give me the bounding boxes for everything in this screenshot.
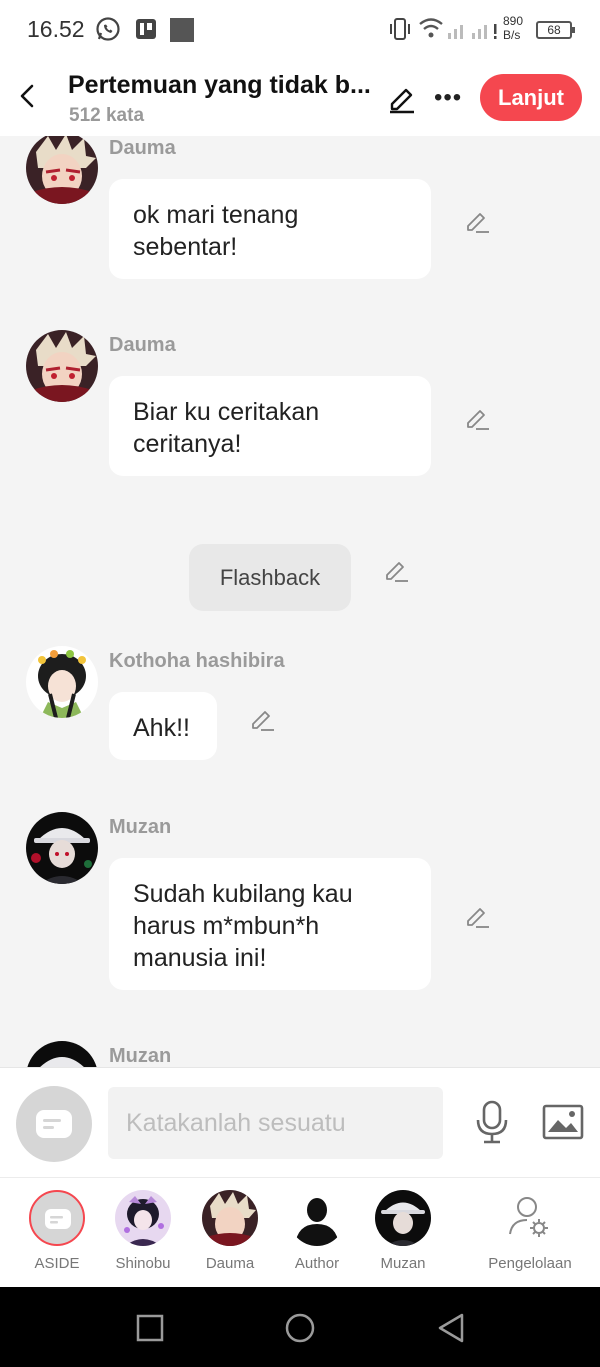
status-bar: 16.52 890 B/s 68 bbox=[0, 0, 600, 62]
signal-wifi-icon bbox=[419, 18, 497, 39]
speaker-name: Kothoha hashibira bbox=[109, 650, 285, 672]
message-bubble[interactable]: Ahk!! bbox=[109, 692, 217, 760]
composer-bar bbox=[0, 1067, 600, 1177]
more-options-icon[interactable]: ••• bbox=[434, 84, 462, 112]
character-label: Author bbox=[294, 1255, 340, 1272]
character-label: Shinobu bbox=[115, 1255, 171, 1272]
character-label: Muzan bbox=[380, 1255, 426, 1272]
image-icon[interactable] bbox=[542, 1104, 584, 1140]
speaker-name: Muzan bbox=[109, 1045, 172, 1067]
speaker-name: Dauma bbox=[109, 334, 176, 356]
character-label: ASIDE bbox=[34, 1255, 80, 1272]
recent-apps-icon[interactable] bbox=[136, 1314, 164, 1342]
word-count: 512 kata bbox=[69, 105, 145, 126]
manage-characters-button[interactable]: Pengelolaan bbox=[482, 1190, 578, 1272]
character-label: Pengelolaan bbox=[488, 1255, 572, 1272]
user-settings-icon bbox=[502, 1190, 558, 1246]
network-speed-value: 890 bbox=[503, 14, 524, 28]
status-time: 16.52 bbox=[27, 16, 85, 42]
battery-indicator: 68 bbox=[536, 21, 575, 39]
character-bar: ASIDE Shinobu Dauma Author Muzan Pengelo… bbox=[0, 1177, 600, 1287]
back-arrow-icon[interactable] bbox=[14, 82, 42, 110]
message-bubble[interactable]: ok mari tenang sebentar! bbox=[109, 179, 431, 279]
avatar bbox=[202, 1190, 258, 1246]
home-icon[interactable] bbox=[284, 1312, 316, 1344]
vibrate-icon bbox=[390, 18, 410, 40]
avatar-dauma[interactable] bbox=[26, 330, 98, 402]
speaker-name: Dauma bbox=[109, 137, 176, 159]
story-title[interactable]: Pertemuan yang tidak b... bbox=[68, 71, 371, 100]
character-aside[interactable]: ASIDE bbox=[17, 1190, 97, 1272]
character-muzan[interactable]: Muzan bbox=[363, 1190, 443, 1272]
network-speed: 890 B/s bbox=[503, 14, 523, 42]
avatar bbox=[115, 1190, 171, 1246]
avatar-muzan[interactable] bbox=[26, 1041, 98, 1067]
narration-bubble[interactable]: Flashback bbox=[189, 544, 351, 611]
back-nav-icon[interactable] bbox=[436, 1312, 466, 1344]
editor-header: Pertemuan yang tidak b... 512 kata ••• L… bbox=[0, 62, 600, 136]
next-button[interactable]: Lanjut bbox=[480, 74, 582, 121]
network-speed-unit: B/s bbox=[503, 28, 521, 42]
edit-title-icon[interactable] bbox=[386, 82, 418, 114]
character-dauma[interactable]: Dauma bbox=[190, 1190, 270, 1272]
edit-message-icon[interactable] bbox=[463, 207, 491, 235]
microphone-icon[interactable] bbox=[474, 1100, 510, 1146]
edit-message-icon[interactable] bbox=[463, 404, 491, 432]
avatar bbox=[375, 1190, 431, 1246]
chat-area[interactable]: Dauma ok mari tenang sebentar! Dauma Bia… bbox=[0, 136, 600, 1067]
square-notification-icon bbox=[170, 18, 194, 42]
avatar-dauma[interactable] bbox=[26, 136, 98, 204]
character-shinobu[interactable]: Shinobu bbox=[103, 1190, 183, 1272]
aside-chat-icon bbox=[29, 1190, 85, 1246]
character-author[interactable]: Author bbox=[277, 1190, 357, 1272]
edit-message-icon[interactable] bbox=[463, 902, 491, 930]
whatsapp-icon bbox=[96, 17, 120, 41]
speaker-name: Muzan bbox=[109, 816, 172, 838]
edit-message-icon[interactable] bbox=[248, 705, 276, 733]
avatar-kothoha[interactable] bbox=[26, 646, 98, 718]
silhouette-avatar bbox=[289, 1190, 345, 1246]
message-input[interactable] bbox=[108, 1087, 443, 1159]
aside-chat-icon bbox=[36, 1110, 72, 1138]
avatar-muzan[interactable] bbox=[26, 812, 98, 884]
aside-toggle-button[interactable] bbox=[16, 1086, 92, 1162]
system-navigation-bar bbox=[0, 1287, 600, 1367]
character-label: Dauma bbox=[205, 1255, 255, 1272]
message-bubble[interactable]: Sudah kubilang kau harus m*mbun*h manusi… bbox=[109, 858, 431, 990]
message-bubble[interactable]: Biar ku ceritakan ceritanya! bbox=[109, 376, 431, 476]
app-notification-icon bbox=[136, 19, 156, 39]
edit-narration-icon[interactable] bbox=[382, 556, 410, 584]
